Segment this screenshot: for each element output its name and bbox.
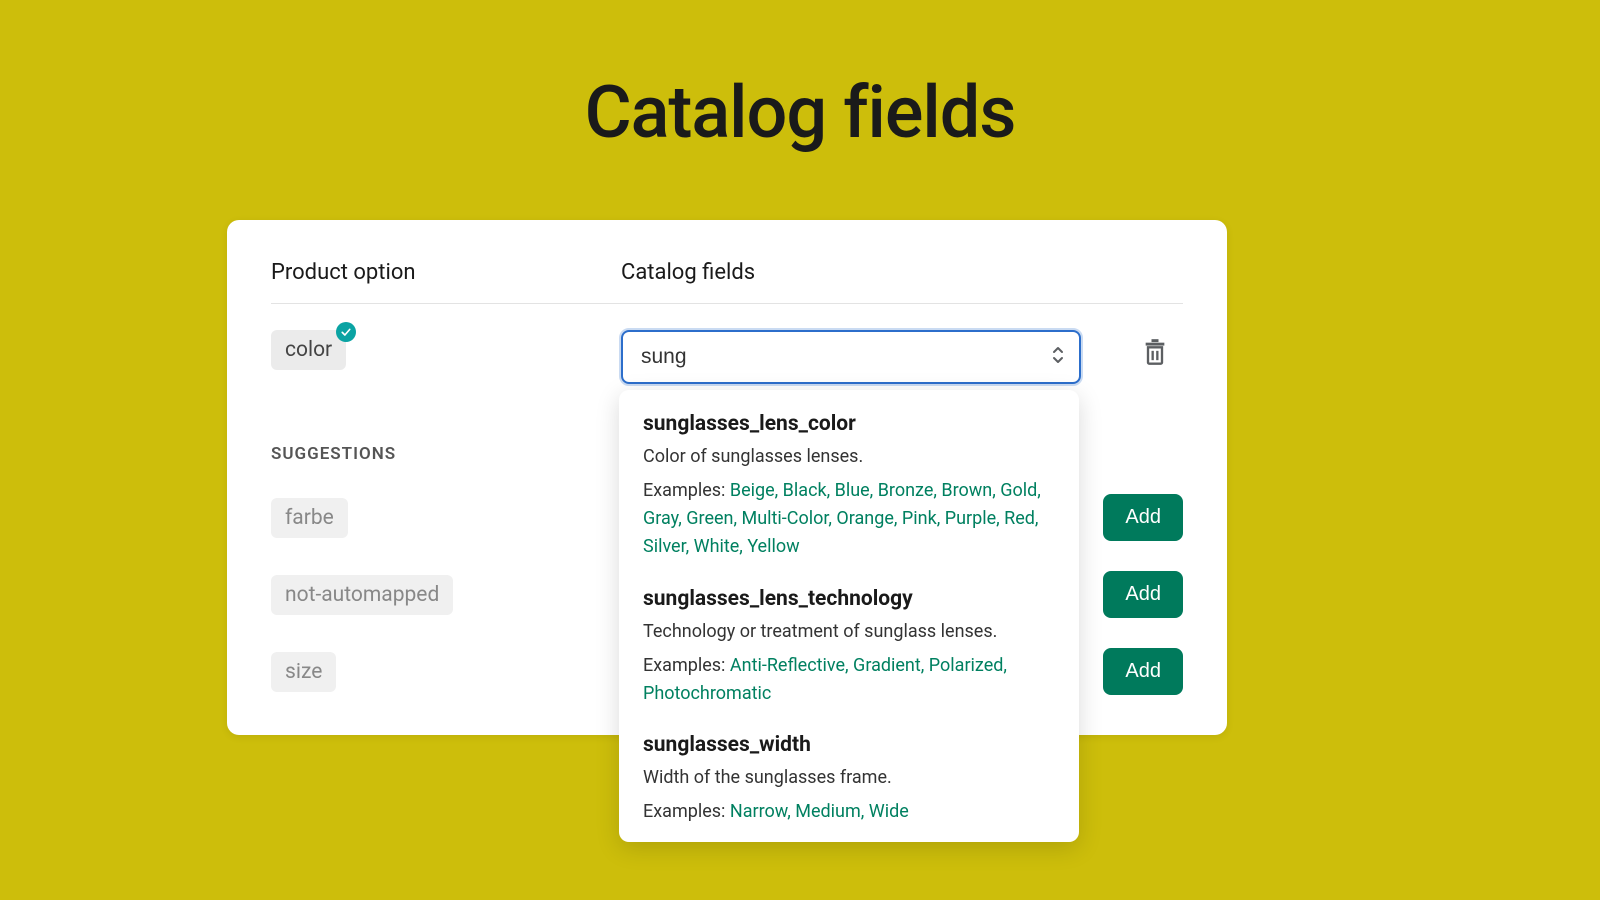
add-button[interactable]: Add: [1103, 494, 1183, 541]
dropdown-item[interactable]: sunglasses_lens_color Color of sunglasse…: [643, 412, 1055, 561]
catalog-field-dropdown[interactable]: sunglasses_lens_color Color of sunglasse…: [619, 390, 1079, 842]
dropdown-item[interactable]: sunglasses_lens_technology Technology or…: [643, 587, 1055, 708]
mapping-row-color: color: [271, 330, 1183, 384]
dropdown-item-name: sunglasses_lens_color: [643, 412, 1055, 436]
dropdown-item-name: sunglasses_width: [643, 733, 1055, 757]
column-headers: Product option Catalog fields: [271, 260, 1183, 304]
product-option-tag-color[interactable]: color: [271, 330, 346, 370]
catalog-field-search-input[interactable]: [621, 330, 1081, 384]
dropdown-item-desc: Technology or treatment of sunglass lens…: [643, 621, 1055, 642]
dropdown-item[interactable]: sunglasses_width Width of the sunglasses…: [643, 733, 1055, 826]
header-catalog-fields: Catalog fields: [621, 260, 1183, 285]
dropdown-item-examples: Examples: Beige, Black, Blue, Bronze, Br…: [643, 477, 1055, 561]
suggestion-tag-not-automapped[interactable]: not-automapped: [271, 575, 453, 615]
dropdown-item-desc: Color of sunglasses lenses.: [643, 446, 1055, 467]
product-option-tag-label: color: [285, 338, 332, 362]
delete-mapping-button[interactable]: [1141, 338, 1169, 370]
add-button[interactable]: Add: [1103, 571, 1183, 618]
suggestion-tag-farbe[interactable]: farbe: [271, 498, 348, 538]
dropdown-item-name: sunglasses_lens_technology: [643, 587, 1055, 611]
dropdown-item-examples: Examples: Narrow, Medium, Wide: [643, 798, 1055, 826]
check-badge-icon: [336, 322, 356, 342]
catalog-field-select[interactable]: [621, 330, 1081, 384]
chevron-updown-icon: [1051, 345, 1065, 369]
dropdown-item-examples: Examples: Anti-Reflective, Gradient, Pol…: [643, 652, 1055, 708]
suggestion-tag-size[interactable]: size: [271, 652, 336, 692]
dropdown-item-desc: Width of the sunglasses frame.: [643, 767, 1055, 788]
add-button[interactable]: Add: [1103, 648, 1183, 695]
page-title: Catalog fields: [0, 0, 1600, 155]
header-product-option: Product option: [271, 260, 621, 285]
